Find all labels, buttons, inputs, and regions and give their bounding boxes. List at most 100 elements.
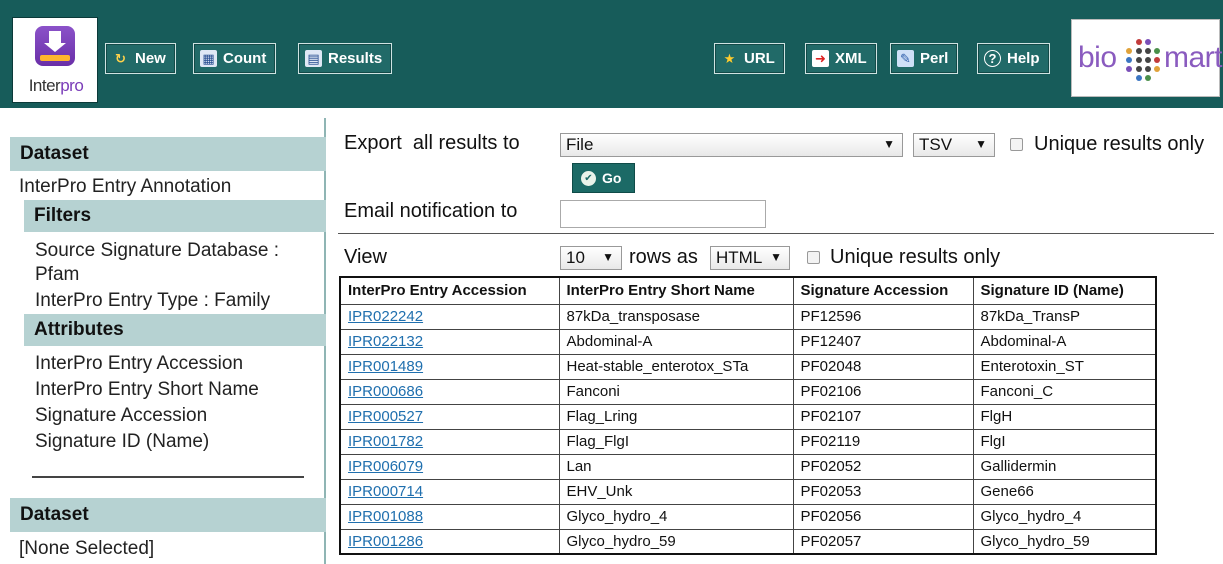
perl-button[interactable]: ✎ Perl (890, 43, 959, 74)
table-cell: PF12596 (792, 303, 974, 330)
table-cell: Abdominal-A (558, 328, 794, 355)
sidebar-attribute-item[interactable]: InterPro Entry Short Name (35, 379, 259, 401)
accession-link[interactable]: IPR001782 (348, 433, 423, 450)
go-button[interactable]: ✔ Go (572, 163, 635, 193)
sidebar-attribute-item[interactable]: Signature Accession (35, 405, 207, 427)
export-unique-label: Unique results only (1034, 133, 1205, 155)
table-cell: IPR000686 (339, 378, 560, 405)
table-cell: PF02057 (792, 528, 974, 555)
sidebar-dataset-heading[interactable]: Dataset (10, 137, 326, 171)
table-cell: IPR001782 (339, 428, 560, 455)
count-button[interactable]: ▦ Count (193, 43, 277, 74)
refresh-icon: ↻ (115, 50, 126, 66)
table-cell: Glyco_hydro_4 (972, 503, 1157, 530)
table-cell: 87kDa_TransP (972, 303, 1157, 330)
table-icon: ▤ (305, 50, 322, 67)
accession-link[interactable]: IPR006079 (348, 458, 423, 475)
table-cell: PF02048 (792, 353, 974, 380)
url-button[interactable]: ★ URL (714, 43, 785, 74)
xml-export-icon: ➜ (812, 50, 829, 67)
xml-button[interactable]: ➜ XML (805, 43, 877, 74)
rows-count-select[interactable]: 10 ▼ (560, 246, 622, 270)
table-cell: IPR000527 (339, 403, 560, 430)
table-cell: Gene66 (972, 478, 1157, 505)
table-header-row: InterPro Entry Accession InterPro Entry … (339, 276, 1157, 305)
table-row: IPR000686 Fanconi PF02106 Fanconi_C (339, 378, 1157, 405)
view-format-select[interactable]: HTML ▼ (710, 246, 790, 270)
accession-link[interactable]: IPR001088 (348, 508, 423, 525)
help-icon: ? (984, 50, 1001, 67)
table-row: IPR022132 Abdominal-A PF12407 Abdominal-A (339, 328, 1157, 355)
table-cell: FlgH (972, 403, 1157, 430)
table-cell: Enterotoxin_ST (972, 353, 1157, 380)
table-cell: IPR001088 (339, 503, 560, 530)
table-cell: Glyco_hydro_59 (972, 528, 1157, 555)
table-cell: PF02056 (792, 503, 974, 530)
column-header[interactable]: Signature Accession (792, 276, 974, 305)
accession-link[interactable]: IPR022242 (348, 308, 423, 325)
table-cell: Fanconi (558, 378, 794, 405)
sidebar-dataset2-heading[interactable]: Dataset (10, 498, 326, 532)
table-cell: Fanconi_C (972, 378, 1157, 405)
accession-link[interactable]: IPR000714 (348, 483, 423, 500)
chevron-down-icon: ▼ (975, 137, 987, 151)
check-circle-icon: ✔ (581, 170, 596, 186)
email-field[interactable] (560, 200, 766, 228)
interpro-logo[interactable]: Interpro (12, 17, 98, 103)
top-toolbar: Interpro ↻ New ▦ Count ▤ Results ★ URL ➜… (0, 0, 1223, 108)
section-divider (338, 233, 1214, 234)
view-unique-checkbox[interactable] (807, 251, 820, 264)
export-destination-select[interactable]: File ▼ (560, 133, 903, 157)
sidebar-dataset-name[interactable]: InterPro Entry Annotation (19, 176, 231, 198)
table-row: IPR001782 Flag_FlgI PF02119 FlgI (339, 428, 1157, 455)
export-label: Export all results to (344, 132, 520, 154)
table-cell: Glyco_hydro_4 (558, 503, 794, 530)
chevron-down-icon: ▼ (602, 250, 614, 264)
table-cell: IPR022242 (339, 303, 560, 330)
table-row: IPR001489 Heat-stable_enterotox_STa PF0204… (339, 353, 1157, 380)
sidebar-filter-item[interactable]: InterPro Entry Type : Family (35, 290, 270, 312)
interpro-logo-icon (35, 26, 75, 66)
table-row: IPR006079 Lan PF02052 Gallidermin (339, 453, 1157, 480)
sidebar-filters-heading[interactable]: Filters (24, 200, 326, 232)
table-cell: Flag_Lring (558, 403, 794, 430)
chevron-down-icon: ▼ (883, 137, 895, 151)
view-unique-label: Unique results only (830, 246, 1001, 268)
table-cell: IPR000714 (339, 478, 560, 505)
accession-link[interactable]: IPR000686 (348, 383, 423, 400)
biomart-dots-icon (1121, 39, 1163, 81)
table-row: IPR001088 Glyco_hydro_4 PF02056 Glyco_hydro… (339, 503, 1157, 530)
table-cell: Heat-stable_enterotox_STa (558, 353, 794, 380)
interpro-logo-text: Interpro (28, 76, 84, 95)
column-header[interactable]: InterPro Entry Short Name (558, 276, 794, 305)
biomart-logo[interactable]: bio mart (1071, 19, 1223, 97)
calculator-icon: ▦ (200, 50, 217, 67)
accession-link[interactable]: IPR022132 (348, 333, 423, 350)
sidebar-filter-item[interactable]: Pfam (35, 264, 79, 286)
sidebar-attribute-item[interactable]: Signature ID (Name) (35, 431, 209, 453)
accession-link[interactable]: IPR001489 (348, 358, 423, 375)
sidebar-filter-item[interactable]: Source Signature Database : (35, 240, 279, 262)
sidebar-divider (32, 476, 304, 478)
table-cell: Gallidermin (972, 453, 1157, 480)
table-cell: IPR001489 (339, 353, 560, 380)
results-table: InterPro Entry Accession InterPro Entry … (339, 276, 1157, 555)
rows-as-label: rows as (629, 246, 698, 268)
email-label: Email notification to (344, 200, 518, 222)
help-button[interactable]: ? Help (977, 43, 1050, 74)
accession-link[interactable]: IPR000527 (348, 408, 423, 425)
sidebar-attribute-item[interactable]: InterPro Entry Accession (35, 353, 243, 375)
export-unique-checkbox[interactable] (1010, 138, 1023, 151)
results-button[interactable]: ▤ Results (298, 43, 393, 74)
chevron-down-icon: ▼ (770, 250, 782, 264)
sidebar-attributes-heading[interactable]: Attributes (24, 314, 326, 346)
column-header[interactable]: InterPro Entry Accession (339, 276, 560, 305)
sidebar-dataset2-value[interactable]: [None Selected] (19, 538, 154, 560)
table-cell: Flag_FlgI (558, 428, 794, 455)
export-format-select[interactable]: TSV ▼ (913, 133, 995, 157)
new-button[interactable]: ↻ New (105, 43, 176, 74)
table-cell: Glyco_hydro_59 (558, 528, 794, 555)
column-header[interactable]: Signature ID (Name) (972, 276, 1157, 305)
table-row: IPR001286 Glyco_hydro_59 PF02057 Glyco_hydr… (339, 528, 1157, 555)
accession-link[interactable]: IPR001286 (348, 533, 423, 550)
